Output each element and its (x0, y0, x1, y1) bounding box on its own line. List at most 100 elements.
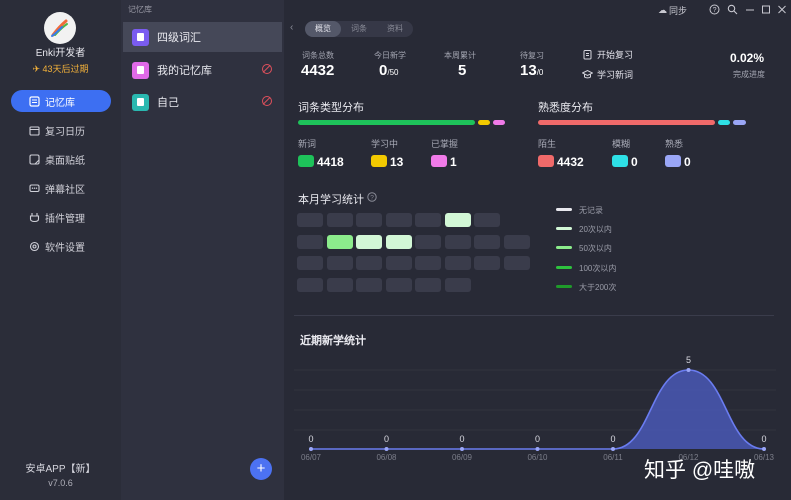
calendar-day-cell[interactable] (297, 234, 323, 249)
x-tick-label: 06/13 (754, 453, 775, 462)
progress-label: 完成进度 (733, 70, 765, 79)
calendar-day-cell[interactable] (385, 213, 412, 227)
avatar[interactable] (44, 12, 76, 44)
calendar-day-cell[interactable] (415, 277, 441, 292)
total-label: 词条总数 (302, 51, 334, 60)
minimize-icon[interactable] (745, 4, 755, 15)
memory-icon (28, 95, 40, 107)
calendar-day-cell[interactable] (385, 277, 412, 292)
main-content: ‹ 概览 词条 资料 ☁ 同步 ? 词条总数 4432 今日新学 0/50 本周… (284, 0, 791, 500)
disable-icon[interactable] (262, 64, 272, 74)
calendar-day-cell[interactable] (326, 213, 353, 227)
calendar-day-cell[interactable] (326, 234, 353, 249)
calendar-day-cell[interactable] (444, 213, 471, 227)
nav-item-plugin[interactable]: 插件管理 (11, 206, 111, 228)
library-item-name: 我的记忆库 (157, 65, 212, 77)
legend-swatch-none (556, 208, 572, 211)
svg-text:?: ? (370, 195, 374, 202)
library-item-mine[interactable]: 我的记忆库 (123, 55, 282, 85)
nav-item-memory[interactable]: 记忆库 (11, 90, 111, 112)
start-review-label: 开始复习 (597, 50, 634, 60)
legend-label-200: 大于200次 (579, 283, 617, 292)
tab-entries[interactable]: 词条 (341, 21, 377, 37)
calendar-day-cell[interactable] (356, 213, 382, 227)
danmaku-icon (28, 182, 40, 194)
disable-icon[interactable] (262, 96, 272, 106)
calendar-day-cell[interactable] (385, 234, 412, 249)
type-value-mastered: 1 (450, 155, 457, 169)
nav-item-danmaku[interactable]: 弹幕社区 (11, 177, 111, 199)
clipboard-icon (582, 49, 593, 60)
chevron-left-icon[interactable]: ‹ (290, 22, 293, 33)
library-item-cet4[interactable]: 四级词汇 (123, 22, 282, 52)
tab-overview[interactable]: 概览 (305, 21, 341, 37)
user-name: Enki开发者 (35, 48, 86, 59)
total-value: 4432 (301, 62, 335, 79)
calendar-day-cell[interactable] (444, 277, 471, 292)
library-item-name: 自己 (157, 97, 179, 109)
calendar-day-cell[interactable] (415, 213, 441, 227)
month-title: 本月学习统计 (298, 194, 364, 206)
calendar-day-cell[interactable] (415, 256, 441, 270)
today-value: 0/50 (379, 62, 398, 79)
type-dist-title: 词条类型分布 (298, 102, 364, 114)
sync-button[interactable]: ☁ 同步 (658, 4, 687, 17)
calendar-day-cell[interactable] (297, 256, 323, 270)
calendar-day-cell[interactable] (444, 256, 471, 270)
type-label-learning: 学习中 (371, 139, 399, 149)
legend-label-none: 无记录 (579, 206, 603, 215)
calendar-day-cell[interactable] (503, 256, 530, 270)
data-label: 0 (459, 434, 464, 444)
type-swatch-mastered (431, 155, 447, 167)
legend-swatch-100 (556, 266, 572, 269)
data-label: 0 (535, 434, 540, 444)
calendar-day-cell[interactable] (326, 277, 353, 292)
nav-item-sticker[interactable]: 桌面贴纸 (11, 148, 111, 170)
learn-new-button[interactable]: 学习新词 (582, 68, 633, 81)
calendar-day-cell[interactable] (474, 256, 500, 270)
calendar-day-cell[interactable] (474, 213, 500, 227)
expiry-text: ✈ 43天后过期 (0, 62, 121, 75)
library-item-self[interactable]: 自己 (123, 87, 282, 117)
calendar-day-cell[interactable] (385, 256, 412, 270)
book-icon (132, 93, 149, 111)
legend-label-100: 100次以内 (579, 264, 617, 273)
calendar-day-cell[interactable] (356, 277, 382, 292)
calendar-day-cell[interactable] (503, 234, 530, 249)
review-label: 待复习 (520, 51, 544, 60)
help-icon[interactable]: ? (709, 4, 720, 15)
android-app-link[interactable]: 安卓APP【新】 (0, 460, 121, 475)
calendar-day-cell[interactable] (356, 234, 382, 249)
sidebar: Enki开发者 ✈ 43天后过期 记忆库 复习日历 桌面贴纸 弹幕社区 插件管理… (0, 0, 121, 500)
calendar-day-cell[interactable] (297, 213, 323, 227)
close-icon[interactable] (777, 4, 787, 15)
help-icon[interactable]: ? (367, 192, 377, 205)
fam-bar-unfamiliar (538, 120, 715, 125)
calendar-day-cell[interactable] (326, 256, 353, 270)
fam-value-vague: 0 (631, 155, 638, 169)
legend-swatch-200 (556, 285, 572, 288)
nav-item-settings[interactable]: 软件设置 (11, 235, 111, 257)
calendar-day-cell[interactable] (415, 234, 441, 249)
data-point (535, 447, 540, 451)
week-label: 本周累计 (444, 51, 476, 60)
svg-text:?: ? (713, 7, 717, 14)
watermark: 知乎 @哇嗷 (644, 459, 756, 482)
brush-logo-icon (51, 19, 68, 37)
calendar-day-cell[interactable] (297, 277, 323, 292)
tab-materials[interactable]: 资料 (377, 21, 413, 37)
add-library-button[interactable]: + (250, 458, 272, 480)
fam-value-unfamiliar: 4432 (557, 155, 584, 169)
data-point (611, 447, 615, 451)
nav-item-calendar[interactable]: 复习日历 (11, 119, 111, 141)
calendar-day-cell[interactable] (474, 234, 500, 249)
start-review-button[interactable]: 开始复习 (582, 48, 633, 61)
nav-label: 弹幕社区 (45, 184, 85, 196)
search-icon[interactable] (727, 4, 738, 15)
sticker-icon (28, 153, 40, 165)
calendar-day-cell[interactable] (356, 256, 382, 270)
review-count: 13 (520, 62, 537, 79)
maximize-icon[interactable] (761, 4, 771, 15)
library-header: 记忆库 (128, 5, 152, 14)
calendar-day-cell[interactable] (444, 234, 471, 249)
